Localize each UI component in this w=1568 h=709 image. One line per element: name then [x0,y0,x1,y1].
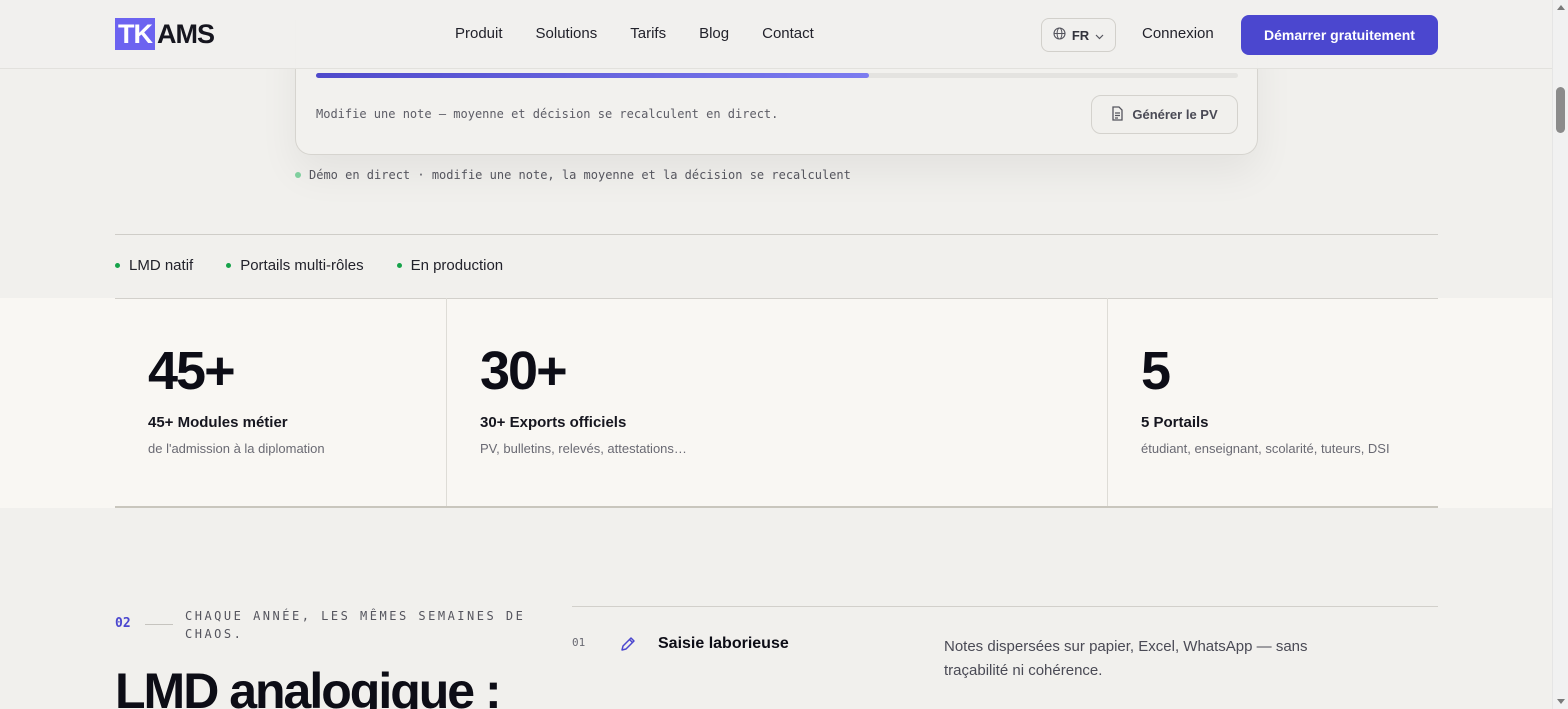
tag-label: Portails multi-rôles [240,257,364,274]
stat-value: 30+ [480,341,568,401]
stat-card: 30+ 30+ Exports officiels PV, bulletins,… [447,298,1108,506]
stat-desc: étudiant, enseignant, scolarité, tuteurs… [1141,441,1390,456]
problem-index: 01 [572,636,586,649]
page: Modifie une note — moyenne et décision s… [0,0,1552,709]
divider [115,506,1438,508]
tag-item: Portails multi-rôles [226,257,364,274]
vertical-scrollbar[interactable] [1552,0,1568,709]
divider [572,606,1438,607]
stats-section: 45+ 45+ Modules métier de l'admission à … [0,298,1552,508]
tag-label: LMD natif [129,257,194,274]
pencil-icon [619,636,636,658]
demo-caption-text: Démo en direct · modifie une note, la mo… [309,168,851,182]
stat-title: 45+ Modules métier [148,414,288,431]
demo-progress-bar [316,73,1238,78]
stat-desc: PV, bulletins, relevés, attestations… [480,441,687,456]
generate-pv-button[interactable]: Générer le PV [1091,95,1238,134]
language-selector[interactable]: FR [1041,18,1116,52]
globe-icon [1053,27,1066,43]
status-dot-icon [115,263,120,268]
nav-contact[interactable]: Contact [762,25,814,42]
tag-label: En production [410,257,504,274]
demo-caption: Démo en direct · modifie une note, la mo… [295,168,851,182]
section-kicker: CHAQUE ANNÉE, LES MÊMES SEMAINES DE CHAO… [185,609,526,641]
status-dot-icon [226,263,232,268]
document-icon [1111,105,1124,124]
problem-title: Saisie laborieuse [658,635,789,652]
demo-progress-fill [316,73,870,78]
logo-mark: TK [115,18,155,50]
stat-value: 5 [1141,341,1171,401]
login-link[interactable]: Connexion [1142,25,1214,42]
divider [145,624,173,625]
problem-desc: Notes dispersées sur papier, Excel, What… [944,638,1308,679]
generate-pv-label: Générer le PV [1132,107,1218,122]
feature-tags: LMD natif Portails multi-rôles En produc… [115,257,503,274]
stat-value: 45+ [148,341,236,401]
site-header: TK AMS Produit Solutions Tarifs Blog Con… [0,0,1552,69]
scrollbar-thumb[interactable] [1556,87,1565,133]
stat-title: 30+ Exports officiels [480,414,627,431]
nav-produit[interactable]: Produit [455,25,503,42]
stat-card: 45+ 45+ Modules métier de l'admission à … [115,298,447,506]
stat-desc: de l'admission à la diplomation [148,441,325,456]
demo-hint: Modifie une note — moyenne et décision s… [316,107,779,121]
tag-item: En production [396,257,504,274]
chevron-down-icon [1095,28,1104,43]
main-nav: Produit Solutions Tarifs Blog Contact [455,25,814,42]
nav-tarifs[interactable]: Tarifs [630,25,666,42]
live-dot-icon [295,172,301,178]
language-label: FR [1071,27,1090,43]
tag-item: LMD natif [115,257,193,274]
scroll-up-arrow-icon[interactable] [1557,5,1565,10]
section-heading: LMD analogique : [115,663,502,709]
logo-text: AMS [157,18,215,49]
status-dot-icon [396,263,402,268]
scroll-down-arrow-icon[interactable] [1557,699,1565,704]
stat-card: 5 5 Portails étudiant, enseignant, scola… [1108,298,1438,506]
logo[interactable]: TK AMS [115,18,215,50]
start-free-button[interactable]: Démarrer gratuitement [1241,15,1438,55]
nav-blog[interactable]: Blog [699,25,729,42]
section-number: 02 [115,616,131,631]
stat-title: 5 Portails [1141,414,1209,431]
divider [115,234,1438,235]
nav-solutions[interactable]: Solutions [536,25,598,42]
